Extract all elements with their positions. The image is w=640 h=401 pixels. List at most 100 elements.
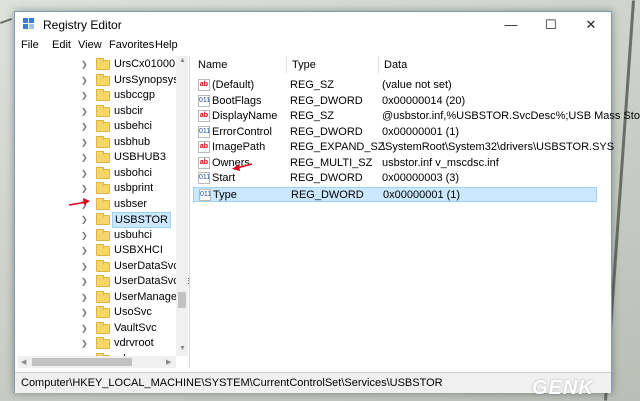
scroll-thumb[interactable] <box>32 358 132 366</box>
tree-item-label: usbser <box>114 197 148 210</box>
folder-icon <box>96 213 110 225</box>
tree-item[interactable]: ❯ USBXHCI <box>18 243 189 259</box>
menu-favorites[interactable]: Favorites <box>109 39 154 51</box>
expand-chevron-icon[interactable]: ❯ <box>81 76 88 85</box>
scroll-right-icon[interactable]: ▶ <box>166 358 171 366</box>
expand-chevron-icon[interactable]: ❯ <box>81 215 88 224</box>
title-bar[interactable]: Registry Editor — ☐ ✕ <box>15 12 611 37</box>
tree-item[interactable]: ❯ UrsSynopsys <box>18 73 189 89</box>
column-header-type[interactable]: Type <box>287 56 379 74</box>
genk-watermark: GENK <box>532 377 594 399</box>
expand-chevron-icon[interactable]: ❯ <box>81 308 88 317</box>
expand-chevron-icon[interactable]: ❯ <box>81 122 88 131</box>
folder-icon <box>96 89 110 101</box>
value-row[interactable]: ab Owners REG_MULTI_SZ usbstor.inf v_mscdsc… <box>193 156 597 171</box>
menu-edit[interactable]: Edit <box>52 39 71 51</box>
value-row[interactable]: ab ImagePath REG_EXPAND_SZ \SystemRoot\Syst… <box>193 140 614 155</box>
tree-item[interactable]: ❯ UsoSvc <box>18 305 189 321</box>
menu-bar: File Edit View Favorites Help <box>15 37 611 54</box>
expand-chevron-icon[interactable]: ❯ <box>81 138 88 147</box>
value-type: REG_DWORD <box>290 172 363 184</box>
value-name: Start <box>212 172 236 184</box>
expand-chevron-icon[interactable]: ❯ <box>81 324 88 333</box>
value-row[interactable]: ab (Default) REG_SZ (value not set) <box>193 78 597 93</box>
scroll-up-icon[interactable]: ▲ <box>179 57 186 64</box>
expand-chevron-icon[interactable]: ❯ <box>81 184 88 193</box>
tree-item[interactable]: ❯ usbhub <box>18 135 189 151</box>
scroll-thumb[interactable] <box>178 292 186 308</box>
tree-item[interactable]: ❯ UserDataSvc_e5 <box>18 274 189 290</box>
value-row[interactable]: 011 BootFlags REG_DWORD 0x00000014 (20) <box>193 94 597 109</box>
value-data: \SystemRoot\System32\drivers\USBSTOR.SYS <box>382 141 615 153</box>
tree-item[interactable]: ❯ UrsCx01000 <box>18 57 189 73</box>
value-row[interactable]: 011 Start REG_DWORD 0x00000003 (3) <box>193 171 597 186</box>
tree-item[interactable]: ❯ usbprint <box>18 181 189 197</box>
column-header-name[interactable]: Name <box>193 56 287 74</box>
close-button[interactable]: ✕ <box>571 12 611 37</box>
folder-icon <box>96 120 110 132</box>
folder-icon <box>96 182 110 194</box>
string-value-icon: ab <box>198 156 210 169</box>
expand-chevron-icon[interactable]: ❯ <box>81 277 88 286</box>
folder-icon <box>96 73 110 86</box>
expand-chevron-icon[interactable]: ❯ <box>81 262 88 271</box>
expand-chevron-icon[interactable]: ❯ <box>81 91 88 100</box>
scroll-left-icon[interactable]: ◀ <box>21 358 26 366</box>
tree-item[interactable]: ❯ usbuhci <box>18 228 189 244</box>
tree-item[interactable]: ❯ VaultSvc <box>18 321 189 337</box>
tree-item[interactable]: ❯ USBHUB3 <box>18 150 189 166</box>
expand-chevron-icon[interactable]: ❯ <box>81 60 88 69</box>
registry-editor-window: Registry Editor — ☐ ✕ File Edit View Fav… <box>14 11 640 393</box>
expand-chevron-icon[interactable]: ❯ <box>81 246 88 255</box>
folder-icon <box>96 321 110 334</box>
binary-value-icon: 011 <box>199 188 211 201</box>
tree-item-label: usbohci <box>114 166 152 179</box>
menu-file[interactable]: File <box>21 39 39 51</box>
value-row[interactable]: ab DisplayName REG_SZ @usbstor.inf,%USBSTOR… <box>193 109 640 124</box>
expand-chevron-icon[interactable]: ❯ <box>81 339 88 348</box>
menu-view[interactable]: View <box>78 39 102 51</box>
expand-chevron-icon[interactable]: ❯ <box>81 293 88 302</box>
tree-item[interactable]: ❯ vdrvroot <box>18 336 189 352</box>
scroll-down-icon[interactable]: ▼ <box>179 345 186 352</box>
value-row[interactable]: 011 Type REG_DWORD 0x00000001 (1) <box>193 186 597 202</box>
tree-horizontal-scrollbar[interactable]: ◀ ▶ <box>18 356 176 368</box>
folder-icon <box>96 197 110 210</box>
value-row[interactable]: 011 ErrorControl REG_DWORD 0x00000001 (1) <box>193 125 597 140</box>
value-type: REG_DWORD <box>290 94 363 107</box>
tree-item[interactable]: ❯ USBSTOR <box>18 212 189 228</box>
expand-chevron-icon[interactable]: ❯ <box>81 169 88 178</box>
column-header-data[interactable]: Data <box>379 56 607 74</box>
folder-icon <box>96 135 110 148</box>
status-bar: Computer\HKEY_LOCAL_MACHINE\SYSTEM\Curre… <box>15 372 611 393</box>
maximize-button[interactable]: ☐ <box>531 12 571 37</box>
folder-icon <box>96 228 110 241</box>
folder-icon <box>96 290 110 303</box>
value-name: BootFlags <box>212 94 262 107</box>
tree-item[interactable]: ❯usbser <box>18 197 189 213</box>
tree-item-label: vdrvroot <box>114 337 154 349</box>
minimize-button[interactable]: — <box>491 12 531 37</box>
value-type: REG_DWORD <box>290 125 363 138</box>
value-type: REG_DWORD <box>291 188 364 201</box>
tree-item-label: UsoSvc <box>114 306 152 318</box>
tree-item[interactable]: ❯ UserManager <box>18 290 189 306</box>
expand-chevron-icon[interactable]: ❯ <box>81 107 88 116</box>
expand-chevron-icon[interactable]: ❯ <box>81 153 88 162</box>
value-name: ImagePath <box>212 141 266 153</box>
tree-item[interactable]: ❯ usbehci <box>18 119 189 135</box>
expand-chevron-icon[interactable]: ❯ <box>81 231 88 240</box>
values-list: Name Type Data ab (Default) REG_SZ (value n… <box>193 56 640 368</box>
tree-item-label: usbehci <box>114 120 152 132</box>
folder-icon <box>96 104 110 117</box>
tree-item[interactable]: ❯ usbohci <box>18 166 189 182</box>
tree-item-label: USBXHCI <box>114 244 163 256</box>
tree-item-label: usbhub <box>114 135 151 148</box>
tree-vertical-scrollbar[interactable]: ▲ ▼ <box>176 56 188 356</box>
tree-item[interactable]: ❯ usbccgp <box>18 88 189 104</box>
tree-item[interactable]: ❯ UserDataSvc <box>18 259 189 275</box>
tree-item[interactable]: ❯ usbcir <box>18 104 189 120</box>
menu-help[interactable]: Help <box>155 39 178 51</box>
tree-item-label: USBSTOR <box>112 212 171 228</box>
folder-icon <box>96 275 110 287</box>
